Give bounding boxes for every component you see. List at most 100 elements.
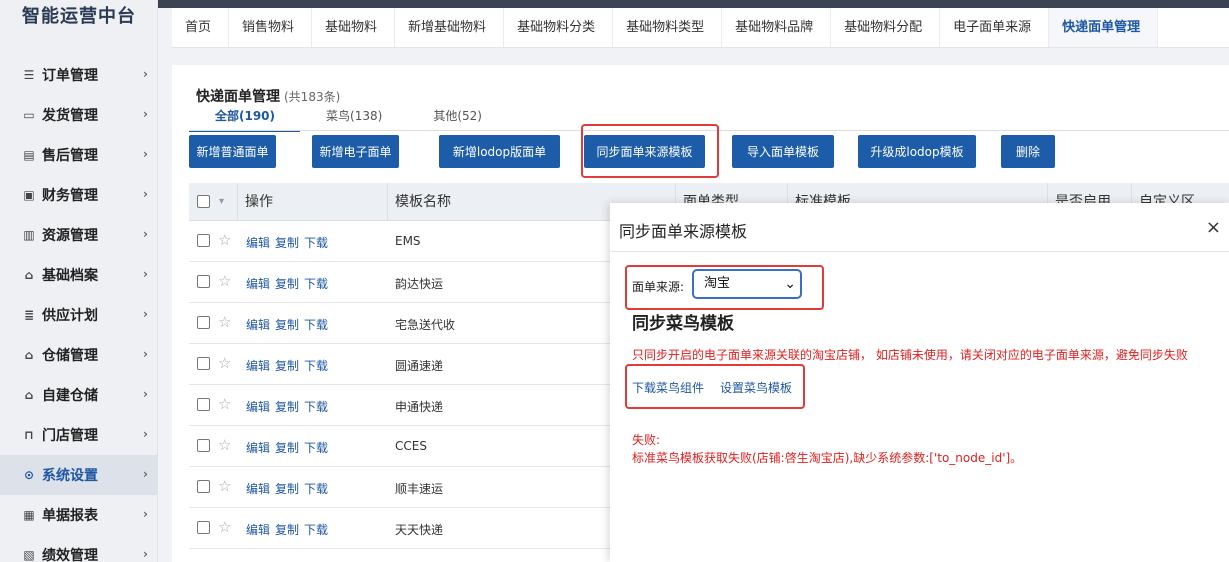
template-name: 顺丰速运 xyxy=(395,482,444,496)
row-checkbox[interactable] xyxy=(197,480,210,493)
tab-other[interactable]: 其他(52) xyxy=(407,105,507,132)
delete-button[interactable]: 删除 xyxy=(1001,135,1055,168)
row-actions: 编辑 复制 下载 xyxy=(246,398,333,415)
download-link[interactable]: 下载 xyxy=(304,441,328,455)
sort-caret-icon[interactable]: ▾ xyxy=(219,183,224,221)
tab-all[interactable]: 全部(190) xyxy=(189,105,301,132)
tab-new-base-material[interactable]: 新增基础物料 xyxy=(395,8,505,47)
page-title: 快递面单管理 (共183条) xyxy=(196,89,341,105)
star-icon[interactable]: ☆ xyxy=(218,354,231,372)
chevron-right-icon: › xyxy=(143,227,148,241)
sidebar-item-shipping[interactable]: ▭ 发货管理 › xyxy=(0,95,158,135)
download-cainiao-link[interactable]: 下载菜鸟组件 xyxy=(632,379,704,396)
sidebar-item-reports[interactable]: ▦ 单据报表 › xyxy=(0,495,158,535)
tab-material-type[interactable]: 基础物料类型 xyxy=(613,8,723,47)
download-link[interactable]: 下载 xyxy=(304,359,328,373)
copy-link[interactable]: 复制 xyxy=(275,400,299,414)
divider xyxy=(610,251,1229,252)
sidebar-item-finance[interactable]: ▣ 财务管理 › xyxy=(0,175,158,215)
tab-material-brand[interactable]: 基础物料品牌 xyxy=(722,8,832,47)
table-row[interactable]: ☆ 编辑 复制 下载 EMS xyxy=(189,221,629,262)
download-link[interactable]: 下载 xyxy=(304,277,328,291)
upgrade-lodop-button[interactable]: 升级成lodop模板 xyxy=(858,135,976,168)
row-actions: 编辑 复制 下载 xyxy=(246,439,333,456)
filter-tabs: 全部(190) 菜鸟(138) 其他(52) xyxy=(189,105,507,132)
row-checkbox[interactable] xyxy=(197,439,210,452)
sidebar-item-aftersale[interactable]: ▤ 售后管理 › xyxy=(0,135,158,175)
tab-material-category[interactable]: 基础物料分类 xyxy=(504,8,614,47)
tab-material-allocation[interactable]: 基础物料分配 xyxy=(831,8,941,47)
table-row[interactable]: ☆ 编辑 复制 下载 CCES xyxy=(189,426,629,467)
row-checkbox[interactable] xyxy=(197,357,210,370)
table-row[interactable]: ☆ 编辑 复制 下载 宅急送代收 xyxy=(189,303,629,344)
edit-link[interactable]: 编辑 xyxy=(246,400,270,414)
copy-link[interactable]: 复制 xyxy=(275,441,299,455)
copy-link[interactable]: 复制 xyxy=(275,277,299,291)
tab-base-materials[interactable]: 基础物料 xyxy=(312,8,396,47)
star-icon[interactable]: ☆ xyxy=(218,272,231,290)
table-row[interactable]: ☆ 编辑 复制 下载 天天快递 xyxy=(189,508,629,549)
row-checkbox[interactable] xyxy=(197,275,210,288)
download-link[interactable]: 下载 xyxy=(304,482,328,496)
new-electronic-waybill-button[interactable]: 新增电子面单 xyxy=(312,135,399,168)
close-icon[interactable]: × xyxy=(1206,217,1221,238)
import-template-button[interactable]: 导入面单模板 xyxy=(732,135,834,168)
sidebar-item-own-warehouse[interactable]: ⌂ 自建仓储 › xyxy=(0,375,158,415)
tab-cainiao[interactable]: 菜鸟(138) xyxy=(300,105,407,132)
sidebar-item-supply-plan[interactable]: ≣ 供应计划 › xyxy=(0,295,158,335)
edit-link[interactable]: 编辑 xyxy=(246,523,270,537)
table-row[interactable]: ☆ 编辑 复制 下载 申通快递 xyxy=(189,385,629,426)
star-icon[interactable]: ☆ xyxy=(218,231,231,249)
star-icon[interactable]: ☆ xyxy=(218,313,231,331)
star-icon[interactable]: ☆ xyxy=(218,395,231,413)
source-select[interactable]: 淘宝 ⌄ xyxy=(692,269,802,299)
sidebar-item-settings[interactable]: ⊙ 系统设置 › xyxy=(0,455,158,495)
edit-link[interactable]: 编辑 xyxy=(246,277,270,291)
source-label: 面单来源: xyxy=(632,280,685,294)
select-all-checkbox[interactable] xyxy=(197,195,210,208)
row-actions: 编辑 复制 下载 xyxy=(246,480,333,497)
tab-waybill-source[interactable]: 电子面单来源 xyxy=(940,8,1050,47)
tab-express-waybill[interactable]: 快递面单管理 xyxy=(1049,8,1159,47)
settings-icon: ⊙ xyxy=(23,468,35,482)
edit-link[interactable]: 编辑 xyxy=(246,359,270,373)
copy-link[interactable]: 复制 xyxy=(275,523,299,537)
sidebar-item-archives[interactable]: ⌂ 基础档案 › xyxy=(0,255,158,295)
new-normal-waybill-button[interactable]: 新增普通面单 xyxy=(189,135,276,168)
copy-link[interactable]: 复制 xyxy=(275,482,299,496)
table-row[interactable]: ☆ 编辑 复制 下载 顺丰速运 xyxy=(189,467,629,508)
edit-link[interactable]: 编辑 xyxy=(246,318,270,332)
download-link[interactable]: 下载 xyxy=(304,523,328,537)
edit-link[interactable]: 编辑 xyxy=(246,441,270,455)
row-checkbox[interactable] xyxy=(197,398,210,411)
row-checkbox[interactable] xyxy=(197,316,210,329)
sidebar-item-resources[interactable]: ▥ 资源管理 › xyxy=(0,215,158,255)
star-icon[interactable]: ☆ xyxy=(218,477,231,495)
copy-link[interactable]: 复制 xyxy=(275,318,299,332)
sidebar-item-stores[interactable]: ⊓ 门店管理 › xyxy=(0,415,158,455)
table-row[interactable]: ☆ 编辑 复制 下载 韵达快运 xyxy=(189,262,629,303)
copy-link[interactable]: 复制 xyxy=(275,359,299,373)
edit-link[interactable]: 编辑 xyxy=(246,482,270,496)
setup-cainiao-link[interactable]: 设置菜鸟模板 xyxy=(720,379,792,396)
sidebar-item-orders[interactable]: ☰ 订单管理 › xyxy=(0,55,158,95)
star-icon[interactable]: ☆ xyxy=(218,518,231,536)
copy-link[interactable]: 复制 xyxy=(275,236,299,250)
tab-home[interactable]: 首页 xyxy=(172,8,230,47)
new-lodop-waybill-button[interactable]: 新增lodop版面单 xyxy=(439,135,560,168)
row-checkbox[interactable] xyxy=(197,234,210,247)
table-row[interactable]: ☆ 编辑 复制 下载 圆通速递 xyxy=(189,344,629,385)
sidebar-item-warehouse[interactable]: ⌂ 仓储管理 › xyxy=(0,335,158,375)
sync-template-button[interactable]: 同步面单来源模板 xyxy=(584,135,705,168)
sidebar-item-performance[interactable]: ▧ 绩效管理 › xyxy=(0,535,158,562)
download-link[interactable]: 下载 xyxy=(304,400,328,414)
template-name: EMS xyxy=(395,234,421,248)
download-link[interactable]: 下载 xyxy=(304,318,328,332)
chevron-right-icon: › xyxy=(143,187,148,201)
row-actions: 编辑 复制 下载 xyxy=(246,357,333,374)
star-icon[interactable]: ☆ xyxy=(218,436,231,454)
download-link[interactable]: 下载 xyxy=(304,236,328,250)
row-checkbox[interactable] xyxy=(197,521,210,534)
edit-link[interactable]: 编辑 xyxy=(246,236,270,250)
tab-sales-materials[interactable]: 销售物料 xyxy=(229,8,313,47)
